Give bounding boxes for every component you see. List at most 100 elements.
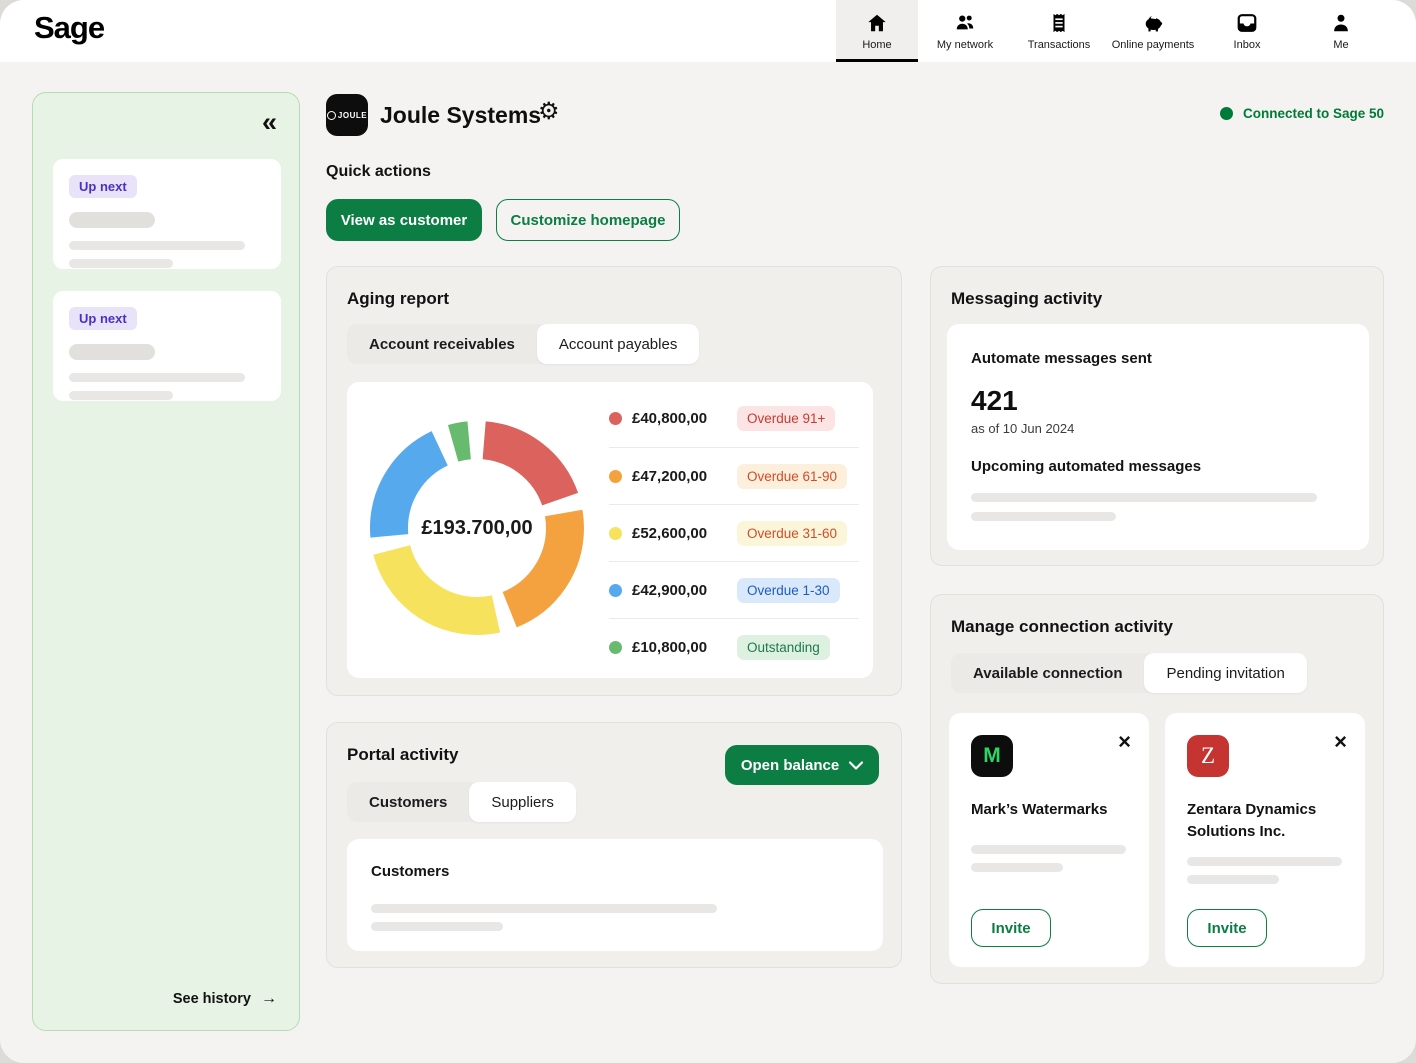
legend-amount: £10,800,00: [632, 639, 727, 656]
legend-amount: £52,600,00: [632, 525, 727, 542]
see-history-link[interactable]: See history →: [173, 990, 277, 1008]
messages-as-of-date: as of 10 Jun 2024: [971, 421, 1345, 436]
skeleton-line: [1187, 857, 1342, 866]
receipt-icon: [1048, 12, 1070, 34]
nav-item-transactions[interactable]: Transactions: [1012, 0, 1106, 62]
legend-row: £47,200,00 Overdue 61-90: [609, 447, 859, 504]
up-next-card[interactable]: Up next: [53, 159, 281, 269]
main-nav: Home My network Transactions: [836, 0, 1388, 62]
up-next-sidebar: « Up next Up next See history →: [32, 92, 300, 1031]
skeleton-line: [371, 922, 503, 931]
tab-account-receivables[interactable]: Account receivables: [347, 324, 537, 364]
close-icon[interactable]: ×: [1118, 731, 1131, 753]
connection-name: Mark’s Watermarks: [971, 799, 1127, 823]
aging-report-title: Aging report: [347, 289, 449, 309]
skeleton-line: [69, 373, 245, 382]
see-history-label: See history: [173, 991, 251, 1007]
status-dot: [1220, 107, 1233, 120]
legend-dot: [609, 412, 622, 425]
connection-logo: M: [971, 735, 1013, 777]
person-icon: [1330, 12, 1352, 34]
aging-legend: £40,800,00 Overdue 91+ £47,200,00 Overdu…: [609, 390, 859, 675]
skeleton-line: [69, 344, 155, 360]
skeleton-line: [69, 391, 173, 400]
tab-suppliers[interactable]: Suppliers: [469, 782, 576, 822]
sage-logo: Sage: [34, 10, 104, 46]
legend-badge: Overdue 31-60: [737, 521, 847, 546]
connection-card-marks-watermarks: M × Mark’s Watermarks Invite: [949, 713, 1149, 967]
skeleton-line: [971, 512, 1116, 521]
nav-label: Inbox: [1234, 39, 1261, 51]
legend-amount: £42,900,00: [632, 582, 727, 599]
messages-sent-label: Automate messages sent: [971, 350, 1345, 367]
manage-connection-title: Manage connection activity: [951, 617, 1173, 637]
collapse-sidebar-icon[interactable]: «: [262, 109, 277, 136]
aging-donut-chart: £193.700,00: [369, 420, 585, 636]
chevron-down-icon: [849, 761, 863, 770]
aging-tabs: Account receivables Account payables: [347, 324, 699, 364]
piggy-bank-icon: [1142, 12, 1164, 34]
connection-status: Connected to Sage 50: [1220, 106, 1384, 121]
aging-chart-panel: £193.700,00 £40,800,00 Overdue 91+ £47,2…: [347, 382, 873, 678]
logo-ring-glyph: [327, 111, 336, 120]
connection-card-zentara: Z × Zentara Dynamics Solutions Inc. Invi…: [1165, 713, 1365, 967]
portal-tabs: Customers Suppliers: [347, 782, 576, 822]
aging-report-card: Aging report Account receivables Account…: [326, 266, 902, 696]
skeleton-line: [69, 259, 173, 268]
skeleton-line: [69, 212, 155, 228]
legend-row: £10,800,00 Outstanding: [609, 618, 859, 675]
nav-item-inbox[interactable]: Inbox: [1200, 0, 1294, 62]
legend-amount: £47,200,00: [632, 468, 727, 485]
open-balance-dropdown[interactable]: Open balance: [725, 745, 879, 785]
donut-center-total: £193.700,00: [369, 420, 585, 636]
nav-item-home[interactable]: Home: [836, 0, 918, 62]
customize-homepage-button[interactable]: Customize homepage: [496, 199, 680, 241]
close-icon[interactable]: ×: [1334, 731, 1347, 753]
portal-panel-title: Customers: [371, 863, 859, 880]
messages-sent-count: 421: [971, 385, 1345, 417]
connection-name: Zentara Dynamics Solutions Inc.: [1187, 799, 1343, 843]
messaging-activity-card: Messaging activity Automate messages sen…: [930, 266, 1384, 566]
legend-badge: Overdue 91+: [737, 406, 835, 431]
legend-row: £40,800,00 Overdue 91+: [609, 390, 859, 447]
manage-connection-card: Manage connection activity Available con…: [930, 594, 1384, 984]
skeleton-line: [1187, 875, 1279, 884]
quick-actions-title: Quick actions: [326, 163, 431, 181]
skeleton-line: [971, 493, 1317, 502]
nav-label: Online payments: [1112, 39, 1195, 51]
tab-pending-invitation[interactable]: Pending invitation: [1144, 653, 1306, 693]
view-as-customer-button[interactable]: View as customer: [326, 199, 482, 241]
legend-dot: [609, 641, 622, 654]
tab-available-connection[interactable]: Available connection: [951, 653, 1144, 693]
page-title: Joule Systems: [380, 102, 541, 129]
tab-customers[interactable]: Customers: [347, 782, 469, 822]
messaging-activity-title: Messaging activity: [951, 289, 1102, 309]
nav-label: Me: [1333, 39, 1348, 51]
connection-logo: Z: [1187, 735, 1229, 777]
connection-tabs: Available connection Pending invitation: [951, 653, 1307, 693]
arrow-right-icon: →: [261, 990, 277, 1007]
portal-activity-card: Portal activity Open balance Customers S…: [326, 722, 902, 968]
legend-amount: £40,800,00: [632, 410, 727, 427]
skeleton-line: [971, 845, 1126, 854]
nav-item-my-network[interactable]: My network: [918, 0, 1012, 62]
top-navigation-bar: Sage Home My network: [0, 0, 1416, 62]
up-next-card[interactable]: Up next: [53, 291, 281, 401]
logo-text: JOULE: [338, 111, 367, 120]
invite-button[interactable]: Invite: [971, 909, 1051, 947]
legend-dot: [609, 470, 622, 483]
tab-account-payables[interactable]: Account payables: [537, 324, 699, 364]
nav-label: Transactions: [1028, 39, 1091, 51]
settings-gear-icon[interactable]: ⚙: [538, 100, 560, 124]
invite-button[interactable]: Invite: [1187, 909, 1267, 947]
nav-item-online-payments[interactable]: Online payments: [1106, 0, 1200, 62]
legend-dot: [609, 584, 622, 597]
legend-badge: Outstanding: [737, 635, 830, 660]
status-text: Connected to Sage 50: [1243, 106, 1384, 121]
messaging-panel: Automate messages sent 421 as of 10 Jun …: [947, 324, 1369, 550]
app-window: Sage Home My network: [0, 0, 1416, 1063]
skeleton-line: [69, 241, 245, 250]
legend-badge: Overdue 1-30: [737, 578, 840, 603]
nav-item-me[interactable]: Me: [1294, 0, 1388, 62]
legend-row: £42,900,00 Overdue 1-30: [609, 561, 859, 618]
